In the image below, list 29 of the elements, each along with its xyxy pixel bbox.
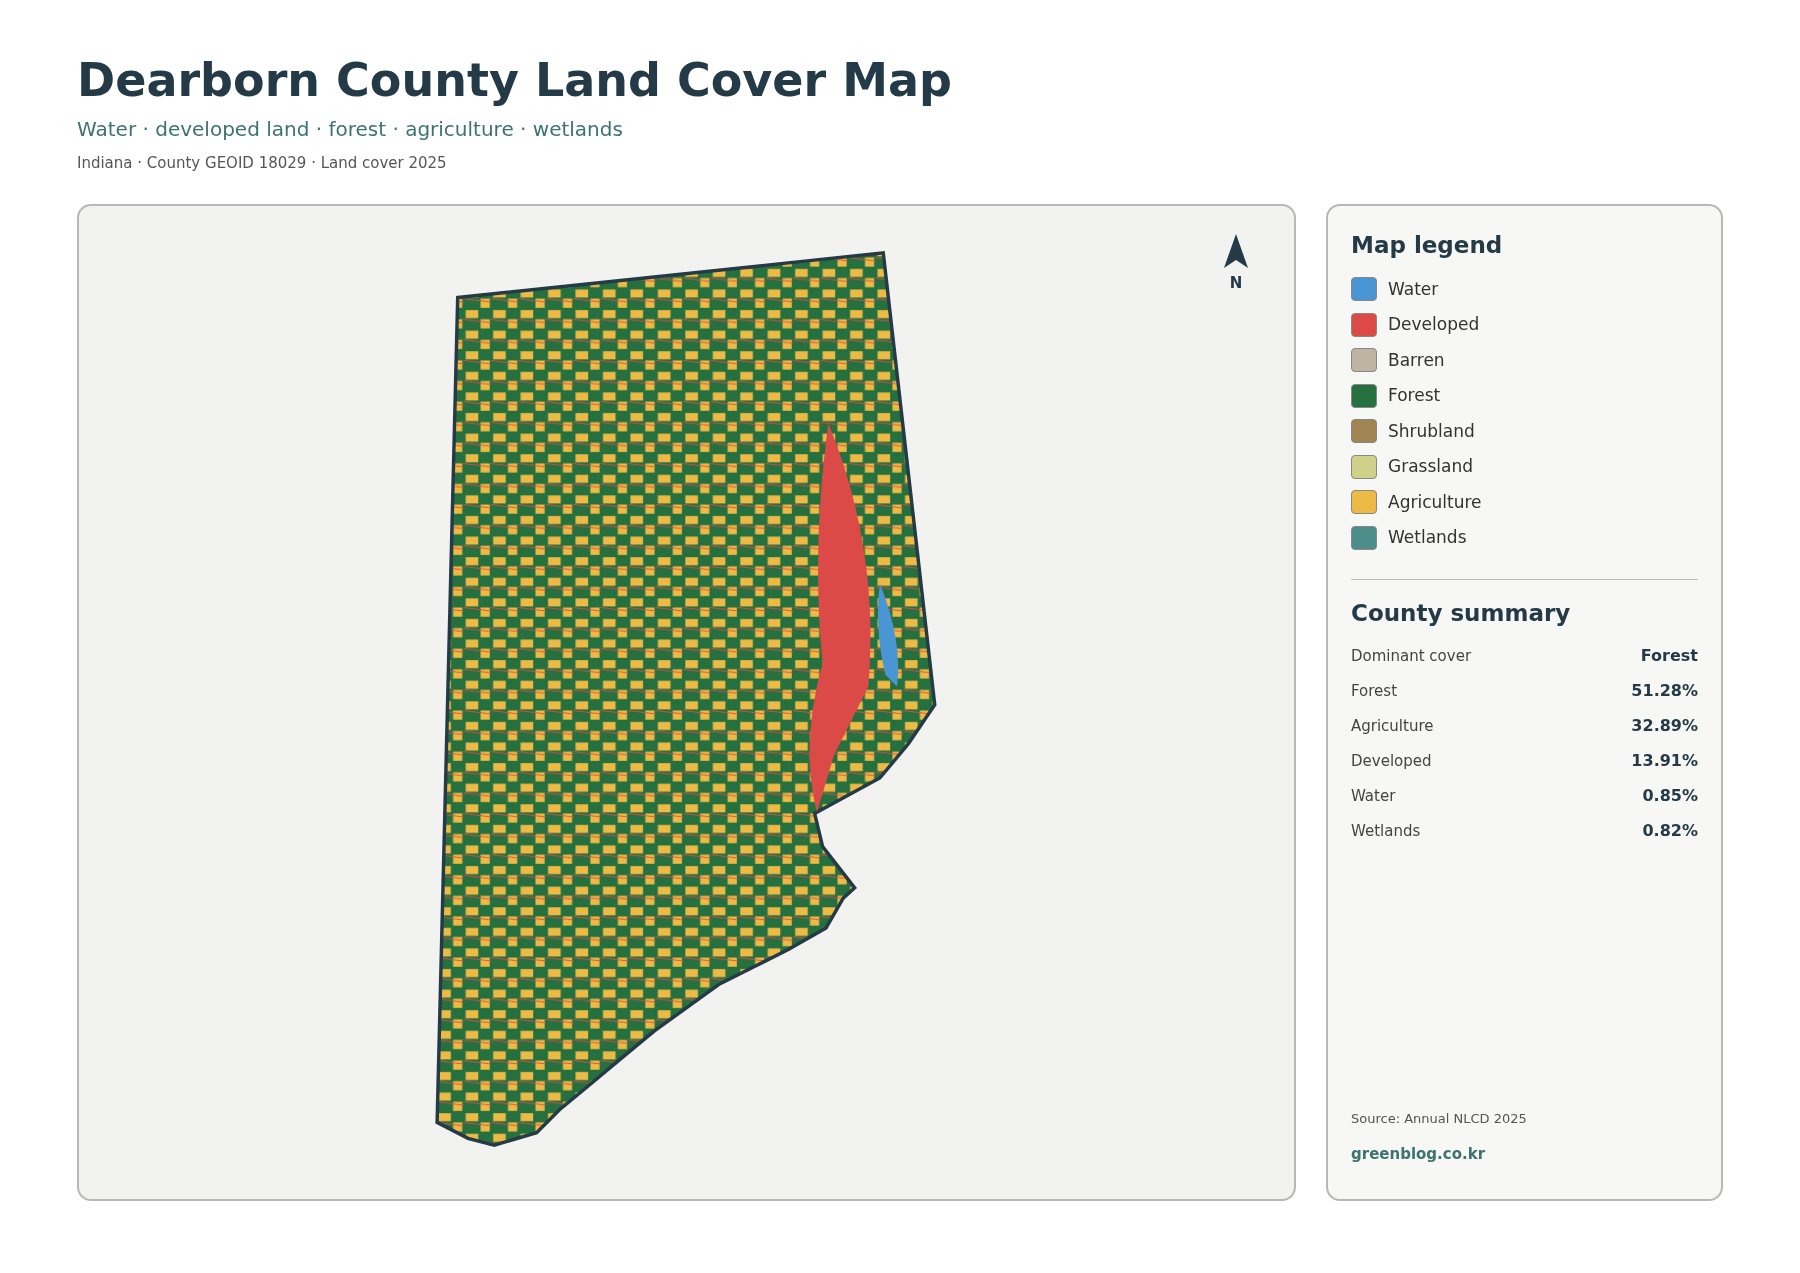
legend-label: Wetlands	[1388, 526, 1467, 549]
summary-label: Developed	[1351, 750, 1432, 772]
map-meta: Indiana · County GEOID 18029 · Land cover 2025	[77, 152, 447, 174]
summary-title: County summary	[1351, 598, 1571, 628]
legend-label: Shrubland	[1388, 419, 1475, 443]
legend-label: Agriculture	[1388, 490, 1482, 514]
legend-label: Water	[1388, 277, 1439, 301]
legend-label: Forest	[1388, 384, 1441, 407]
legend-label: Grassland	[1388, 455, 1473, 478]
summary-value: 0.82%	[1642, 820, 1698, 842]
legend-label: Barren	[1388, 348, 1445, 372]
summary-label: Dominant cover	[1351, 645, 1472, 667]
summary-label: Agriculture	[1351, 715, 1434, 737]
summary-label: Forest	[1351, 680, 1398, 702]
source-note: Source: Annual NLCD 2025	[1351, 1110, 1527, 1128]
legend-title: Map legend	[1351, 231, 1503, 260]
north-arrow-icon	[1224, 234, 1248, 268]
map-subtitle: Water · developed land · forest · agriculture · wetlands	[77, 115, 623, 143]
summary-label: Water	[1351, 785, 1396, 807]
summary-value: 51.28%	[1631, 680, 1698, 702]
summary-value: 0.85%	[1642, 785, 1698, 807]
summary-value: 13.91%	[1631, 750, 1698, 772]
summary-value: Forest	[1640, 645, 1698, 667]
map-title: Dearborn County Land Cover Map	[77, 52, 952, 109]
summary-label: Wetlands	[1351, 820, 1421, 842]
website-link[interactable]: greenblog.co.kr	[1351, 1142, 1486, 1165]
legend-label: Developed	[1388, 313, 1480, 336]
north-label: N	[1229, 273, 1243, 294]
summary-value: 32.89%	[1631, 715, 1698, 737]
